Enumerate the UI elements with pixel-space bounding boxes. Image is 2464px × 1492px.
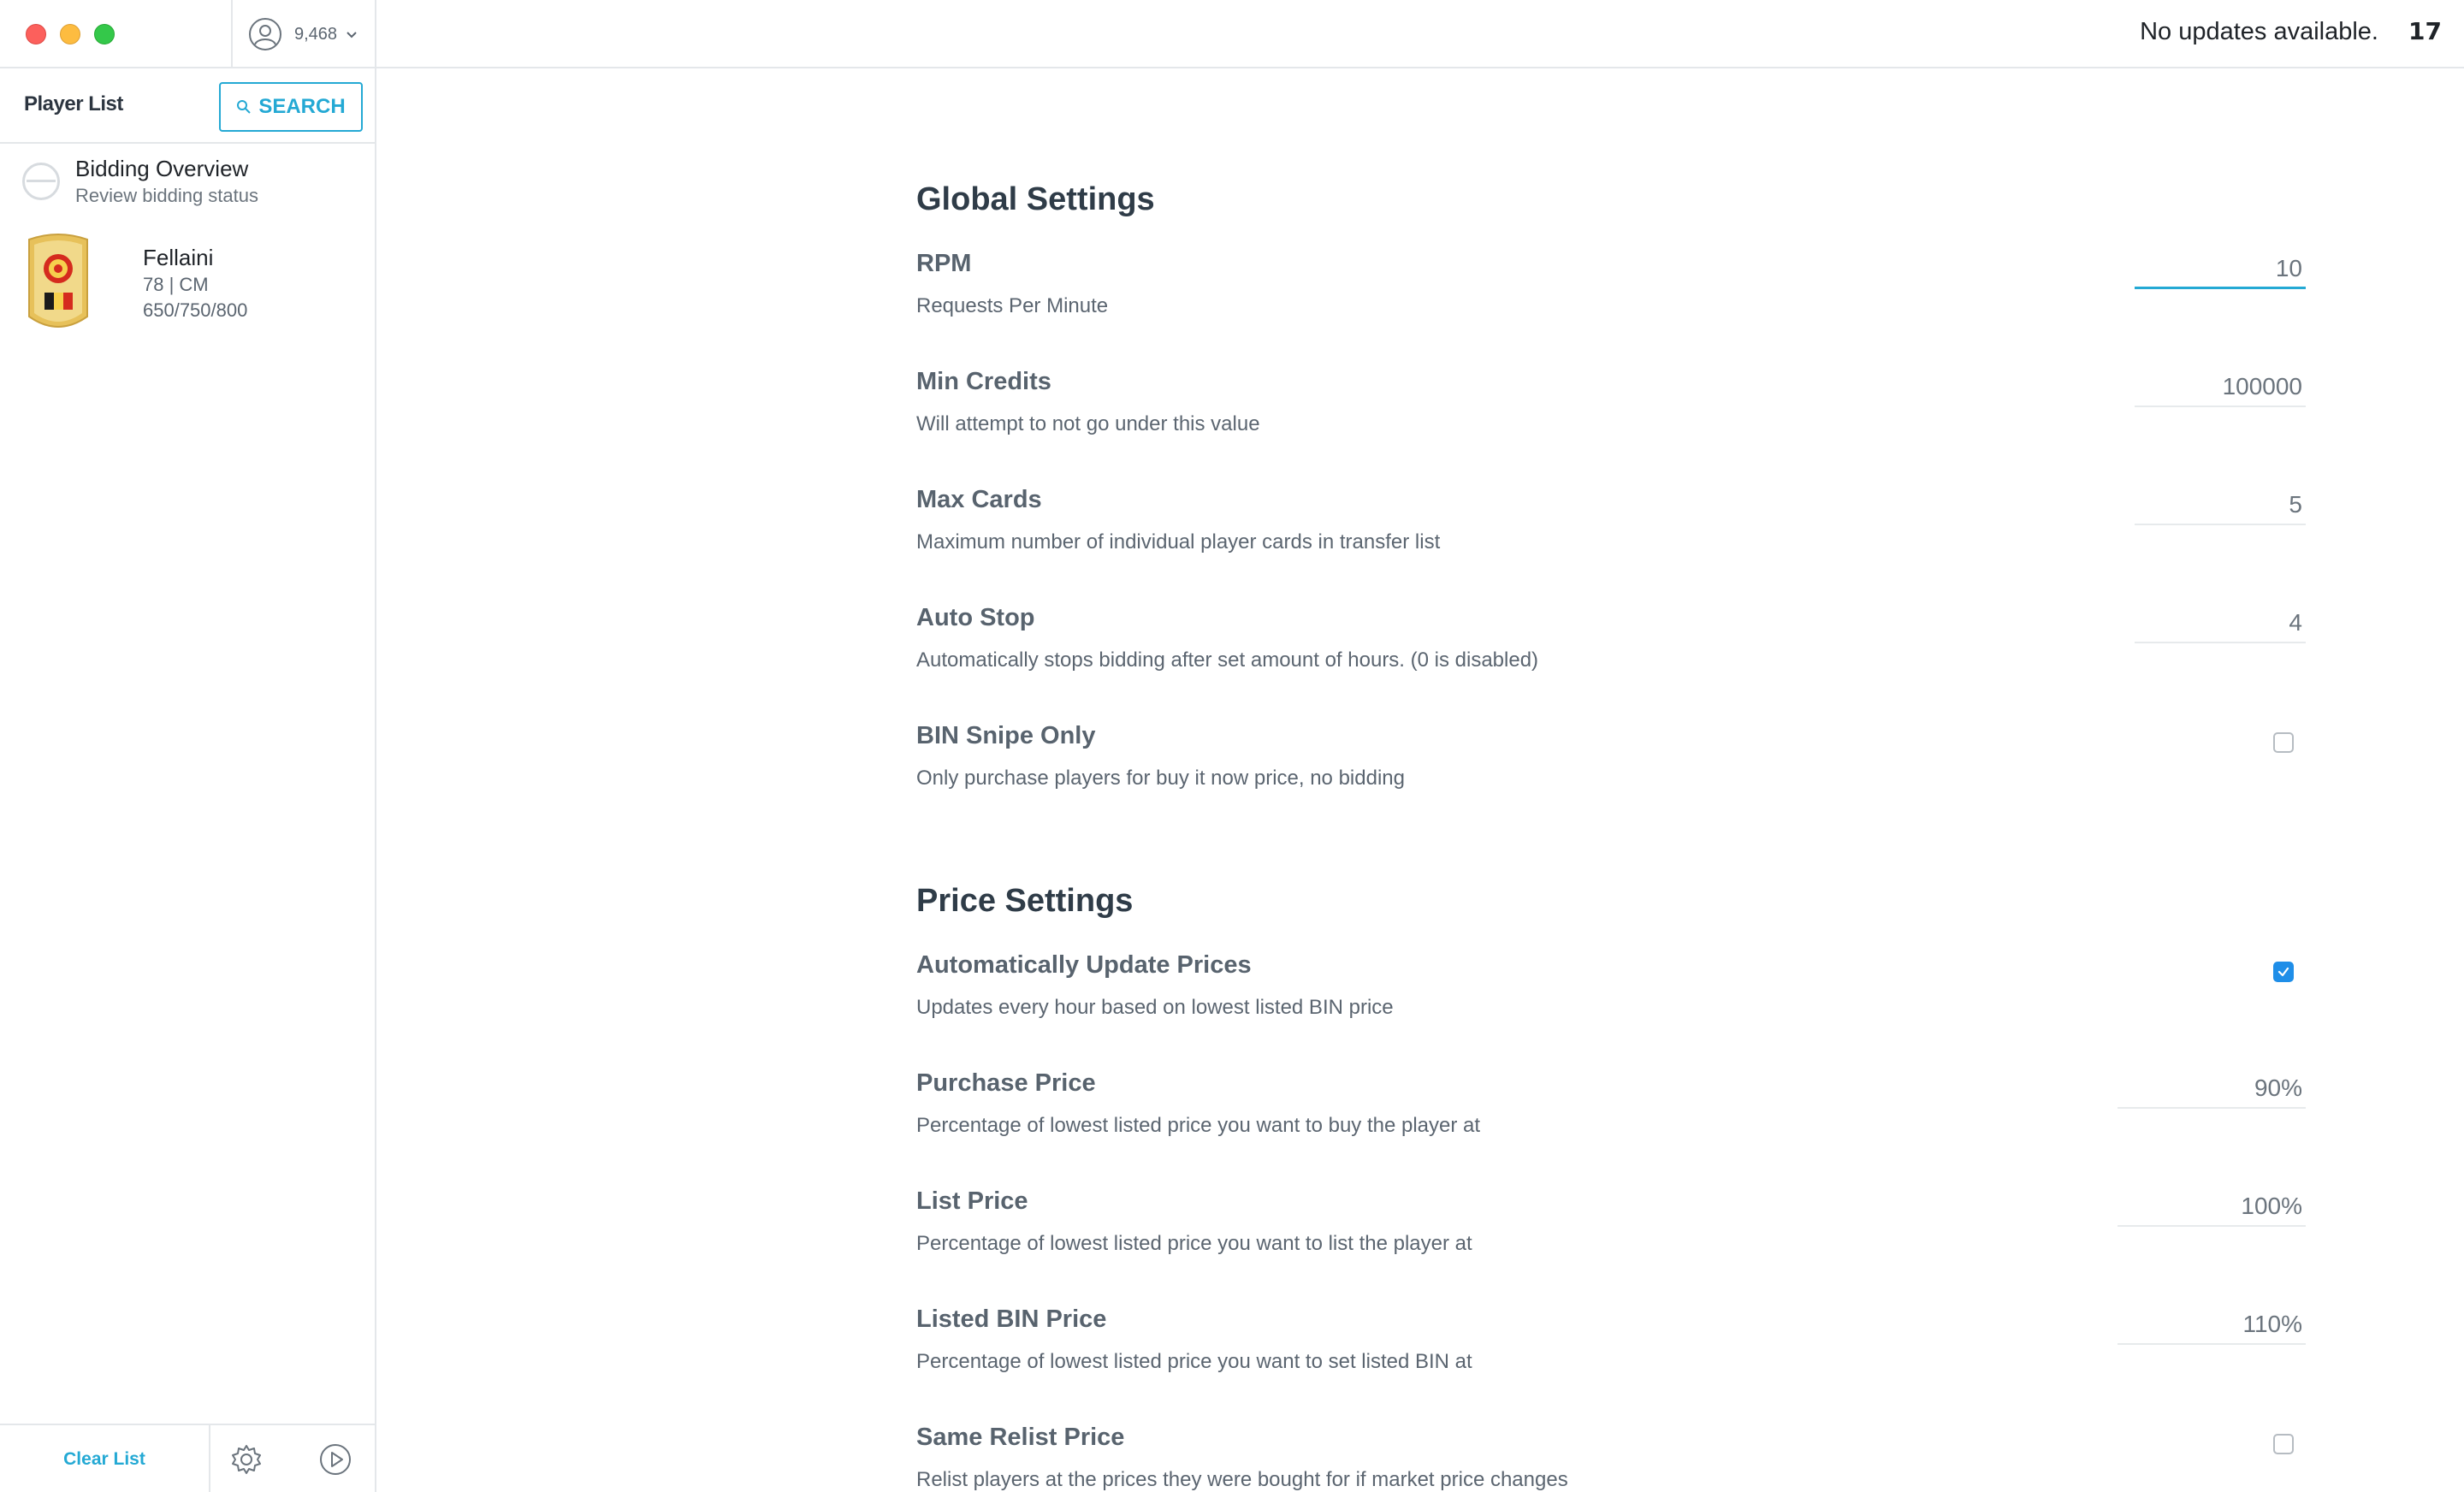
credits-balance: 9,468 [294, 24, 338, 44]
setting-description: Requests Per Minute [916, 294, 1109, 317]
setting-label: RPM [916, 250, 972, 277]
list-price-input[interactable] [2118, 1193, 2306, 1227]
window-minimize-button[interactable] [60, 24, 80, 44]
bidding-overview-item[interactable]: Bidding Overview Review bidding status [0, 145, 375, 219]
same-relist-price-checkbox[interactable] [2273, 1434, 2294, 1454]
account-menu[interactable]: 9,468 [248, 17, 359, 51]
gear-icon[interactable] [229, 1442, 264, 1477]
setting-label: Auto Stop [916, 604, 1035, 631]
sidebar-header: Player List SEARCH [0, 68, 375, 144]
setting-label: Min Credits [916, 368, 1051, 395]
setting-description: Percentage of lowest listed price you wa… [916, 1114, 1481, 1137]
setting-auto-update-prices: Automatically Update Prices Updates ever… [916, 951, 2306, 1045]
rpm-input[interactable] [2135, 255, 2306, 289]
purchase-price-input[interactable] [2118, 1075, 2306, 1109]
setting-description: Will attempt to not go under this value [916, 412, 1260, 435]
overview-title: Bidding Overview [75, 156, 249, 181]
window-titlebar-right: No updates available. 17 [376, 0, 2464, 68]
auto-stop-input[interactable] [2135, 609, 2306, 643]
max-cards-input[interactable] [2135, 491, 2306, 525]
search-icon [237, 100, 252, 114]
version-badge: 17 [2408, 17, 2442, 45]
setting-rpm: RPM Requests Per Minute [916, 250, 2306, 344]
sidebar-footer: Clear List [0, 1424, 375, 1492]
chevron-down-icon [346, 32, 357, 38]
setting-description: Updates every hour based on lowest liste… [916, 996, 1394, 1019]
user-avatar-icon [249, 18, 281, 50]
player-prices: 650/750/800 [143, 299, 248, 321]
setting-label: Same Relist Price [916, 1424, 1125, 1451]
player-card-icon [28, 234, 88, 328]
window-close-button[interactable] [26, 24, 46, 44]
bin-snipe-only-checkbox[interactable] [2273, 732, 2294, 753]
update-status-text: No updates available. [2140, 18, 2378, 45]
setting-description: Percentage of lowest listed price you wa… [916, 1350, 1472, 1373]
setting-min-credits: Min Credits Will attempt to not go under… [916, 368, 2306, 462]
setting-bin-snipe-only: BIN Snipe Only Only purchase players for… [916, 722, 2306, 816]
titlebar-divider [231, 0, 233, 68]
setting-description: Percentage of lowest listed price you wa… [916, 1232, 1472, 1255]
listed-bin-price-input[interactable] [2118, 1311, 2306, 1345]
search-button-label: SEARCH [258, 95, 346, 118]
window-zoom-button[interactable] [94, 24, 115, 44]
setting-description: Maximum number of individual player card… [916, 530, 1441, 554]
setting-label: Automatically Update Prices [916, 951, 1252, 979]
player-list-item[interactable]: Fellaini 78 | CM 650/750/800 [0, 228, 375, 339]
sidebar-title: Player List [24, 92, 123, 115]
player-name: Fellaini [143, 245, 214, 270]
setting-list-price: List Price Percentage of lowest listed p… [916, 1187, 2306, 1282]
search-button[interactable]: SEARCH [219, 82, 363, 132]
setting-description: Automatically stops bidding after set am… [916, 648, 1539, 672]
play-icon[interactable] [318, 1442, 352, 1477]
overview-status-icon [22, 163, 60, 200]
sidebar: Player List SEARCH Bidding Overview Revi… [0, 68, 376, 1492]
min-credits-input[interactable] [2135, 373, 2306, 407]
clear-list-button[interactable]: Clear List [0, 1425, 210, 1492]
setting-label: Purchase Price [916, 1069, 1096, 1097]
player-rating-position: 78 | CM [143, 274, 209, 295]
setting-description: Only purchase players for buy it now pri… [916, 767, 1405, 790]
checkmark-icon [2277, 967, 2289, 977]
setting-purchase-price: Purchase Price Percentage of lowest list… [916, 1069, 2306, 1163]
setting-label: Listed BIN Price [916, 1306, 1107, 1333]
price-settings-title: Price Settings [916, 883, 1134, 919]
setting-listed-bin-price: Listed BIN Price Percentage of lowest li… [916, 1306, 2306, 1400]
setting-same-relist-price: Same Relist Price Relist players at the … [916, 1424, 2306, 1492]
auto-update-prices-checkbox[interactable] [2273, 962, 2294, 982]
settings-panel: Global Settings RPM Requests Per Minute … [378, 70, 2464, 1492]
window-titlebar-left: 9,468 [0, 0, 376, 68]
setting-label: BIN Snipe Only [916, 722, 1096, 749]
global-settings-title: Global Settings [916, 181, 1155, 217]
overview-subtitle: Review bidding status [75, 185, 259, 206]
setting-auto-stop: Auto Stop Automatically stops bidding af… [916, 604, 2306, 698]
setting-max-cards: Max Cards Maximum number of individual p… [916, 486, 2306, 580]
setting-label: Max Cards [916, 486, 1042, 513]
setting-label: List Price [916, 1187, 1028, 1215]
setting-description: Relist players at the prices they were b… [916, 1468, 1568, 1491]
